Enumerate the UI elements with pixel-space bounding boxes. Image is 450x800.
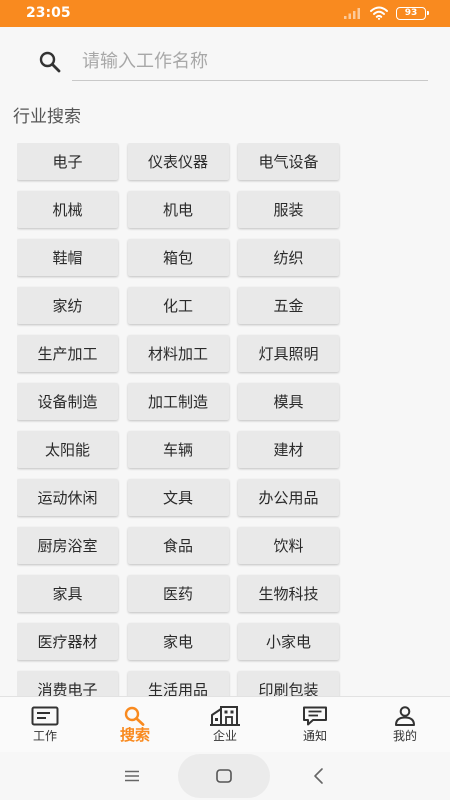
- industry-tag[interactable]: 鞋帽: [17, 239, 118, 276]
- industry-tag[interactable]: 材料加工: [127, 335, 229, 372]
- industry-tag[interactable]: 太阳能: [17, 431, 118, 468]
- industry-tag[interactable]: 电子: [17, 143, 118, 180]
- notification-icon: [303, 706, 327, 726]
- industry-tag[interactable]: 医疗器材: [17, 623, 118, 660]
- industry-tag[interactable]: 灯具照明: [238, 335, 339, 372]
- back-icon[interactable]: [312, 767, 324, 785]
- status-time: 23:05: [26, 5, 71, 21]
- industry-tag-grid: 电子 仪表仪器 电气设备机械 机电 服装鞋帽 箱包 纺织家纺 化工 五金生产加工 材料加工 灯具照明…: [17, 143, 341, 696]
- tab-company-label: 企业: [212, 729, 237, 743]
- section-title: 行业搜索: [13, 107, 81, 127]
- tab-search-label: 搜索: [119, 726, 150, 744]
- search-icon: [124, 706, 145, 726]
- industry-tag[interactable]: 五金: [238, 287, 339, 324]
- industry-tag[interactable]: 医药: [127, 575, 229, 612]
- industry-tag[interactable]: 服装: [238, 191, 339, 228]
- tab-work[interactable]: 工作: [0, 697, 90, 752]
- industry-tag[interactable]: 化工: [127, 287, 229, 324]
- bottom-tab-bar: 工作 搜索 企业 通知 我的: [0, 696, 450, 752]
- company-icon: [210, 706, 240, 726]
- signal-icon: [344, 8, 360, 19]
- search-bar: [0, 27, 450, 95]
- status-bar: 23:05 93: [0, 0, 450, 27]
- industry-tag[interactable]: 设备制造: [17, 383, 118, 420]
- search-icon[interactable]: [38, 50, 62, 74]
- industry-tag[interactable]: 办公用品: [238, 479, 339, 516]
- home-icon: [216, 769, 232, 783]
- industry-tag[interactable]: 生产加工: [17, 335, 118, 372]
- battery-icon: 93: [396, 6, 429, 20]
- industry-tag[interactable]: 消费电子: [17, 671, 118, 696]
- industry-tag[interactable]: 饮料: [238, 527, 339, 564]
- industry-tag[interactable]: 家电: [127, 623, 229, 660]
- menu-icon[interactable]: [124, 770, 140, 782]
- industry-tag[interactable]: 生物科技: [238, 575, 339, 612]
- status-icons: 93: [344, 6, 429, 20]
- industry-tag[interactable]: 电气设备: [238, 143, 339, 180]
- tab-notification[interactable]: 通知: [270, 697, 360, 752]
- tab-notification-label: 通知: [302, 729, 327, 743]
- industry-tag[interactable]: 家具: [17, 575, 118, 612]
- wifi-icon: [370, 6, 388, 20]
- tab-search[interactable]: 搜索: [90, 697, 180, 752]
- industry-tag-list[interactable]: 电子 仪表仪器 电气设备机械 机电 服装鞋帽 箱包 纺织家纺 化工 五金生产加工 材料加工 灯具照明…: [17, 143, 341, 696]
- home-button[interactable]: [178, 754, 270, 798]
- industry-tag[interactable]: 机械: [17, 191, 118, 228]
- work-icon: [31, 706, 59, 726]
- industry-tag[interactable]: 文具: [127, 479, 229, 516]
- industry-tag[interactable]: 印刷包装: [238, 671, 339, 696]
- search-input[interactable]: [72, 43, 428, 81]
- industry-tag[interactable]: 家纺: [17, 287, 118, 324]
- industry-tag[interactable]: 模具: [238, 383, 339, 420]
- profile-icon: [395, 706, 415, 726]
- tab-profile-label: 我的: [392, 729, 417, 743]
- industry-tag[interactable]: 车辆: [127, 431, 229, 468]
- industry-tag[interactable]: 运动休闲: [17, 479, 118, 516]
- industry-tag[interactable]: 厨房浴室: [17, 527, 118, 564]
- industry-tag[interactable]: 食品: [127, 527, 229, 564]
- industry-tag[interactable]: 建材: [238, 431, 339, 468]
- tab-company[interactable]: 企业: [180, 697, 270, 752]
- industry-tag[interactable]: 加工制造: [127, 383, 229, 420]
- tab-work-label: 工作: [32, 729, 57, 743]
- industry-tag[interactable]: 机电: [127, 191, 229, 228]
- tab-profile[interactable]: 我的: [360, 697, 450, 752]
- industry-tag[interactable]: 箱包: [127, 239, 229, 276]
- industry-tag[interactable]: 仪表仪器: [127, 143, 229, 180]
- system-nav-bar: [0, 752, 450, 800]
- industry-tag[interactable]: 纺织: [238, 239, 339, 276]
- industry-tag[interactable]: 小家电: [238, 623, 339, 660]
- industry-tag[interactable]: 生活用品: [127, 671, 229, 696]
